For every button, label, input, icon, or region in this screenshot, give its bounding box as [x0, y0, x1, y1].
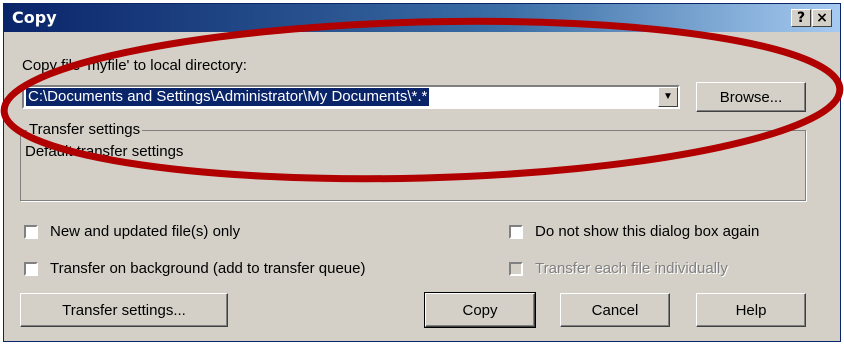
title-bar: Copy ? × [4, 4, 840, 32]
copy-dialog: Copy ? × Copy file 'myfile' to local dir… [3, 3, 841, 342]
directory-combobox[interactable]: C:\Documents and Settings\Administrator\… [22, 85, 680, 109]
background-label[interactable]: Transfer on background (add to transfer … [50, 260, 365, 277]
copy-button[interactable]: Copy [424, 292, 536, 328]
do-not-show-checkbox[interactable] [509, 225, 523, 239]
browse-button[interactable]: Browse... [696, 82, 806, 112]
copy-prompt-label: Copy file 'myfile' to local directory: [22, 57, 247, 74]
dropdown-arrow-icon[interactable]: ▼ [658, 87, 678, 107]
cancel-button[interactable]: Cancel [560, 293, 670, 327]
help-title-button[interactable]: ? [791, 9, 811, 27]
new-updated-checkbox[interactable] [24, 225, 38, 239]
do-not-show-label[interactable]: Do not show this dialog box again [535, 223, 759, 240]
transfer-settings-button[interactable]: Transfer settings... [20, 293, 228, 327]
directory-value[interactable]: C:\Documents and Settings\Administrator\… [26, 88, 430, 106]
individually-label: Transfer each file individually [535, 260, 728, 277]
window-title: Copy [12, 8, 57, 27]
transfer-settings-group: Transfer settings Default transfer setti… [20, 121, 806, 201]
help-button[interactable]: Help [696, 293, 806, 327]
new-updated-label[interactable]: New and updated file(s) only [50, 223, 240, 240]
transfer-settings-caption: Transfer settings [27, 121, 143, 138]
individually-checkbox [509, 262, 523, 276]
background-checkbox[interactable] [24, 262, 38, 276]
close-title-button[interactable]: × [812, 9, 832, 27]
transfer-settings-value: Default transfer settings [25, 143, 184, 160]
